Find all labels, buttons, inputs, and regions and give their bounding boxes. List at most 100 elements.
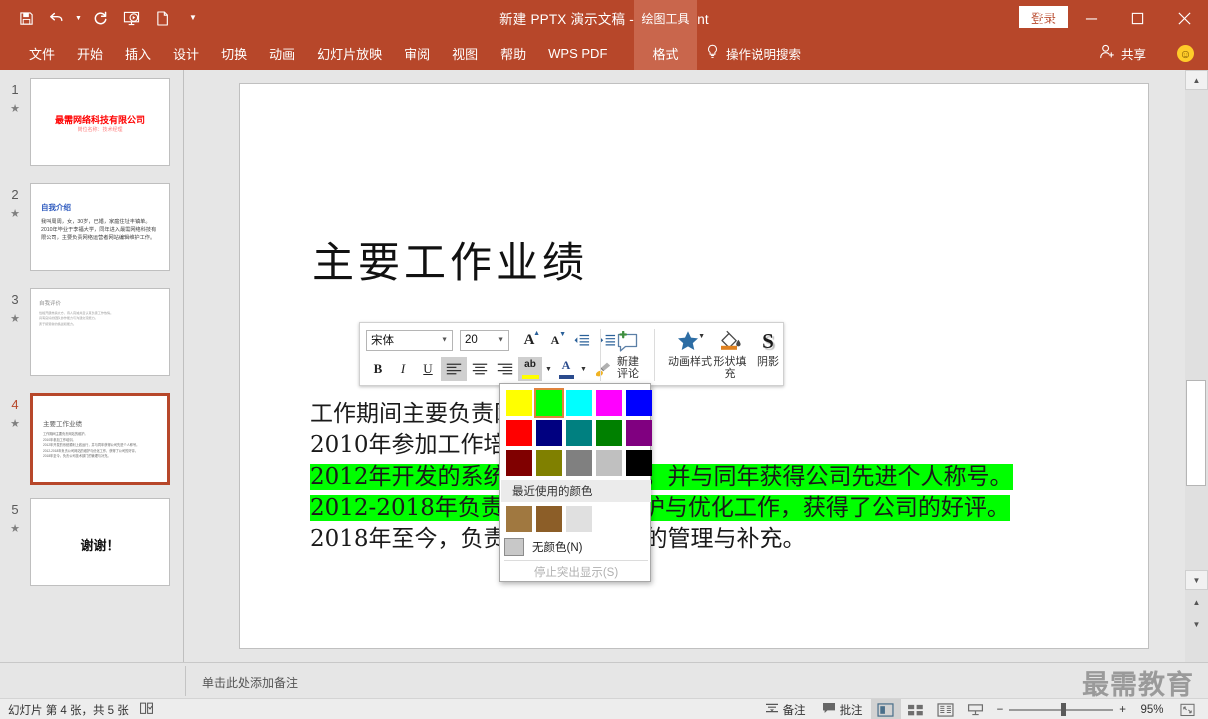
color-swatch-gray-50[interactable] xyxy=(564,448,594,478)
grow-font-button[interactable]: A ▲ xyxy=(517,328,541,352)
shadow-button[interactable]: S 阴影 xyxy=(752,328,784,368)
thumbnail-slide-2[interactable]: 2 ★ 自我介绍 我叫周周，女，30岁，已婚，家庭住址丰镇单。 2010年毕业于… xyxy=(0,183,184,271)
zoom-out-button[interactable]: − xyxy=(991,699,1010,719)
slide-sorter-button[interactable] xyxy=(901,699,931,719)
thumbnail-slide-5[interactable]: 5 ★ 谢谢！ xyxy=(0,498,184,586)
underline-button[interactable]: U xyxy=(416,357,440,381)
menu-tab-transitions[interactable]: 切换 xyxy=(210,36,258,70)
shrink-font-button[interactable]: A ▼ xyxy=(543,328,567,352)
zoom-in-label: + xyxy=(1119,703,1126,716)
color-swatch-green[interactable] xyxy=(594,418,624,448)
notes-placeholder[interactable]: 单击此处添加备注 xyxy=(202,674,298,691)
scroll-down-button[interactable]: ▼ xyxy=(1185,570,1208,590)
animation-star-icon: ★ xyxy=(10,418,20,430)
vertical-scrollbar[interactable]: ▲ ▼ ▲ ▼ xyxy=(1185,70,1208,662)
recent-color-2[interactable] xyxy=(534,504,564,534)
shape-fill-label-2: 充 xyxy=(724,368,736,381)
animation-star-icon: ★ xyxy=(10,208,20,220)
zoom-percent-label[interactable]: 95% xyxy=(1132,704,1172,716)
align-center-icon[interactable] xyxy=(468,357,492,381)
align-left-icon[interactable] xyxy=(441,357,467,381)
thumbnail-canvas-4[interactable]: 主要工作业绩 工作期间主要负责网站的维护。 2010年参加工作培训。 2012年… xyxy=(30,393,170,485)
italic-button[interactable]: I xyxy=(391,357,415,381)
menu-tab-slideshow[interactable]: 幻灯片放映 xyxy=(306,36,393,70)
color-swatch-red[interactable] xyxy=(504,418,534,448)
menu-tab-insert[interactable]: 插入 xyxy=(114,36,162,70)
slideshow-button[interactable] xyxy=(961,699,991,719)
menu-tab-format[interactable]: 格式 xyxy=(634,36,697,70)
menu-tab-view[interactable]: 视图 xyxy=(441,36,489,70)
feedback-smiley-icon[interactable]: ☺ xyxy=(1177,45,1194,62)
slide-thumbnail-pane[interactable]: 1 ★ 最需网络科技有限公司 岗位名称：技术经理 2 ★ 自我介绍 我叫周周，女… xyxy=(0,70,184,662)
recent-color-3[interactable] xyxy=(564,504,594,534)
tell-me-search[interactable]: 操作说明搜索 xyxy=(706,36,801,70)
color-swatch-dark-yellow[interactable] xyxy=(534,448,564,478)
normal-view-button[interactable] xyxy=(870,699,901,719)
font-name-combobox[interactable]: 宋体 ▼ xyxy=(366,329,453,351)
reading-view-button[interactable] xyxy=(931,699,961,719)
shape-fill-button[interactable]: 形状填 充 xyxy=(709,328,751,381)
menu-tab-design[interactable]: 设计 xyxy=(162,36,210,70)
mini-formatting-toolbar[interactable]: 宋体 ▼ 20 ▼ A ▲ A ▼ B I U ab ▼ A ▼ 新建 评论 ▼… xyxy=(359,322,784,386)
thumbnail-canvas-1[interactable]: 最需网络科技有限公司 岗位名称：技术经理 xyxy=(30,78,170,166)
close-icon[interactable] xyxy=(1160,0,1208,36)
share-button[interactable]: 共享 xyxy=(1099,36,1146,70)
recent-color-1[interactable] xyxy=(504,504,534,534)
font-color-button[interactable]: A xyxy=(555,357,577,381)
thumbnail-canvas-5[interactable]: 谢谢！ xyxy=(30,498,170,586)
minimize-icon[interactable] xyxy=(1068,0,1114,36)
thumbnail-canvas-2[interactable]: 自我介绍 我叫周周，女，30岁，已婚，家庭住址丰镇单。 2010年毕业于李福大学… xyxy=(30,183,170,271)
mini-toolbar-row-1: 宋体 ▼ 20 ▼ A ▲ A ▼ xyxy=(366,327,619,353)
color-swatch-blue[interactable] xyxy=(624,388,654,418)
next-slide-button[interactable]: ▼ xyxy=(1185,615,1208,633)
color-swatch-pink[interactable] xyxy=(594,388,624,418)
bold-button[interactable]: B xyxy=(366,357,390,381)
fit-to-window-icon[interactable] xyxy=(1172,699,1202,719)
align-right-icon[interactable] xyxy=(493,357,517,381)
new-comment-button[interactable]: 新建 评论 xyxy=(607,328,649,381)
color-swatch-gray-25[interactable] xyxy=(594,448,624,478)
thumbnail-slide-1[interactable]: 1 ★ 最需网络科技有限公司 岗位名称：技术经理 xyxy=(0,78,184,166)
share-label: 共享 xyxy=(1120,47,1146,62)
slide-title-textbox[interactable]: 主要工作业绩 xyxy=(312,229,588,290)
color-swatch-violet[interactable] xyxy=(624,418,654,448)
stop-highlighting-menu-item[interactable]: 停止突出显示(S) xyxy=(500,562,652,582)
color-swatch-bright-green[interactable] xyxy=(534,388,564,418)
thumbnail-slide-3[interactable]: 3 ★ 自我评价 性格开朗热情大方，待人真诚并且认真负责工作热情。 具有良好的团… xyxy=(0,288,184,376)
notes-pane[interactable]: 单击此处添加备注 最需教育 xyxy=(0,662,1208,700)
slide-body-line-3: 2012年开发的系统顺利上线运行，并与同年获得公司先进个人称号。 xyxy=(310,463,1013,490)
menu-tab-review[interactable]: 审阅 xyxy=(393,36,441,70)
no-color-menu-item[interactable]: 无颜色(N) xyxy=(504,536,648,558)
previous-slide-button[interactable]: ▲ xyxy=(1185,593,1208,611)
zoom-slider-knob[interactable] xyxy=(1061,703,1067,716)
color-swatch-yellow[interactable] xyxy=(504,388,534,418)
notes-toggle-button[interactable]: 备注 xyxy=(757,699,814,719)
font-size-combobox[interactable]: 20 ▼ xyxy=(460,329,509,351)
menu-tab-file[interactable]: 文件 xyxy=(18,36,66,70)
zoom-in-button[interactable]: + xyxy=(1113,699,1132,719)
slide-body-textbox[interactable]: 工作期间主要负责网站的维护。 2010年参加工作培训。 2012年开发的系统顺利… xyxy=(310,399,1120,555)
color-swatch-black[interactable] xyxy=(624,448,654,478)
menu-tab-wps-pdf[interactable]: WPS PDF xyxy=(537,36,618,70)
color-swatch-dark-blue[interactable] xyxy=(534,418,564,448)
text-highlight-color-button[interactable]: ab xyxy=(518,357,542,381)
scroll-up-button[interactable]: ▲ xyxy=(1185,70,1208,90)
decrease-indent-icon[interactable] xyxy=(569,328,593,352)
proofing-icon[interactable] xyxy=(139,702,154,718)
highlight-dropdown-arrow-icon[interactable]: ▼ xyxy=(543,357,554,381)
comments-toggle-button[interactable]: 批注 xyxy=(814,699,871,719)
zoom-slider[interactable] xyxy=(1009,699,1114,719)
highlight-color-dropdown[interactable]: 最近使用的颜色 无颜色(N) 停止突出显示(S) xyxy=(499,383,654,582)
maximize-icon[interactable] xyxy=(1114,0,1160,36)
menu-tab-home[interactable]: 开始 xyxy=(66,36,114,70)
ribbon-display-options-icon[interactable] xyxy=(1022,0,1068,36)
thumbnail-canvas-3[interactable]: 自我评价 性格开朗热情大方，待人真诚并且认真负责工作热情。 具有良好的团队协作能… xyxy=(30,288,170,376)
color-swatch-turquoise[interactable] xyxy=(564,388,594,418)
scrollbar-thumb[interactable] xyxy=(1186,380,1206,486)
font-color-dropdown-arrow-icon[interactable]: ▼ xyxy=(578,357,589,381)
color-swatch-teal[interactable] xyxy=(564,418,594,448)
color-swatch-dark-red[interactable] xyxy=(504,448,534,478)
menu-tab-help[interactable]: 帮助 xyxy=(489,36,537,70)
thumbnail-slide-4[interactable]: 4 ★ 主要工作业绩 工作期间主要负责网站的维护。 2010年参加工作培训。 2… xyxy=(0,393,184,485)
menu-tab-animations[interactable]: 动画 xyxy=(258,36,306,70)
